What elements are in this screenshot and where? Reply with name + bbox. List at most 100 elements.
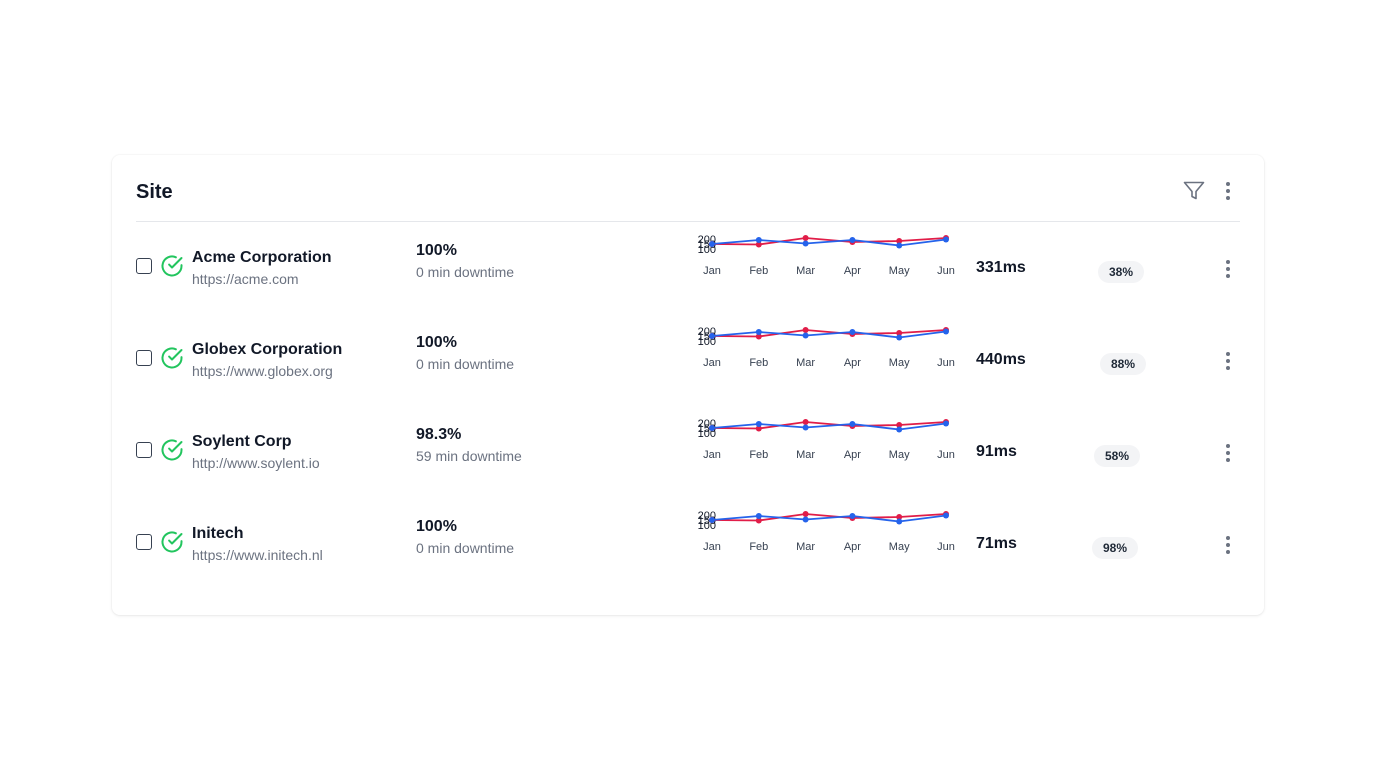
data-point xyxy=(709,517,715,523)
more-vertical-icon[interactable] xyxy=(1216,177,1240,205)
response-chart: 200150100Jan Feb Mar Apr May Jun xyxy=(698,326,955,369)
data-point xyxy=(709,425,715,431)
site-name: Globex Corporation xyxy=(192,341,343,358)
site-row-1[interactable]: Acme Corporation https://acme.com 100% 0… xyxy=(136,223,1240,315)
check-circle-icon xyxy=(161,439,183,461)
percent-badge: 98% xyxy=(1092,537,1139,559)
data-point xyxy=(709,241,715,247)
x-tick-label: Jan xyxy=(703,541,721,553)
x-tick-label: Apr xyxy=(844,265,861,277)
data-point xyxy=(802,419,809,425)
check-circle-icon xyxy=(161,531,183,553)
data-point xyxy=(802,240,809,247)
site-url: https://www.initech.nl xyxy=(192,547,323,563)
row-more-icon[interactable] xyxy=(1218,441,1238,465)
check-circle-icon xyxy=(161,347,183,369)
data-point xyxy=(755,421,762,427)
x-tick-label: Feb xyxy=(749,449,768,461)
response-time: 91ms xyxy=(976,443,1017,460)
filter-icon[interactable] xyxy=(1180,177,1208,205)
x-tick-label: Jan xyxy=(703,449,721,461)
x-tick-label: May xyxy=(889,449,910,461)
x-tick-label: Mar xyxy=(796,357,815,369)
percent-badge: 88% xyxy=(1100,353,1147,375)
downtime-text: 0 min downtime xyxy=(416,264,515,280)
x-tick-label: Jun xyxy=(937,265,955,277)
x-tick-label: Apr xyxy=(844,357,861,369)
site-name: Initech xyxy=(192,525,244,542)
downtime-text: 59 min downtime xyxy=(416,448,522,464)
data-point xyxy=(896,334,903,341)
x-tick-label: Jan xyxy=(703,357,721,369)
uptime-percent: 100% xyxy=(416,242,457,259)
row-checkbox[interactable] xyxy=(136,534,152,550)
response-time: 71ms xyxy=(976,535,1017,552)
x-tick-label: Jun xyxy=(937,541,955,553)
response-chart: 200150100Jan Feb Mar Apr May Jun xyxy=(698,510,955,553)
site-url: https://acme.com xyxy=(192,271,299,287)
site-url: https://www.globex.org xyxy=(192,363,333,379)
response-time: 440ms xyxy=(976,351,1026,368)
uptime-percent: 100% xyxy=(416,334,457,351)
row-checkbox[interactable] xyxy=(136,258,152,274)
data-point xyxy=(802,327,809,333)
data-point xyxy=(709,333,715,339)
data-point xyxy=(849,513,856,519)
data-point xyxy=(943,512,949,519)
header-actions xyxy=(1180,177,1240,205)
site-name: Acme Corporation xyxy=(192,249,332,266)
percent-badge: 38% xyxy=(1098,261,1145,283)
data-point xyxy=(896,426,903,433)
x-tick-label: Jun xyxy=(937,449,955,461)
x-tick-label: Apr xyxy=(844,541,861,553)
check-circle-icon xyxy=(161,255,183,277)
site-row-4[interactable]: Initech https://www.initech.nl 100% 0 mi… xyxy=(136,499,1240,591)
data-point xyxy=(896,518,903,525)
data-point xyxy=(896,242,903,249)
x-tick-label: Mar xyxy=(796,541,815,553)
response-chart: 200150100Jan Feb Mar Apr May Jun xyxy=(698,234,955,277)
x-tick-label: Jan xyxy=(703,265,721,277)
percent-badge: 58% xyxy=(1094,445,1141,467)
uptime-percent: 100% xyxy=(416,518,457,535)
data-point xyxy=(755,329,762,335)
x-tick-label: Apr xyxy=(844,449,861,461)
data-point xyxy=(849,237,856,243)
data-point xyxy=(802,511,809,517)
x-tick-label: May xyxy=(889,357,910,369)
data-point xyxy=(943,236,949,243)
response-time: 331ms xyxy=(976,259,1026,276)
data-point xyxy=(802,516,809,523)
data-point xyxy=(755,237,762,243)
row-checkbox[interactable] xyxy=(136,350,152,366)
row-more-icon[interactable] xyxy=(1218,533,1238,557)
downtime-text: 0 min downtime xyxy=(416,540,515,556)
data-point xyxy=(943,420,949,427)
sites-card: Site Acme Corporation https://acme.com 1… xyxy=(112,155,1264,615)
x-tick-label: May xyxy=(889,541,910,553)
site-row-3[interactable]: Soylent Corp http://www.soylent.io 98.3%… xyxy=(136,407,1240,499)
x-tick-label: Mar xyxy=(796,265,815,277)
row-checkbox[interactable] xyxy=(136,442,152,458)
card-header: Site xyxy=(136,155,1240,222)
data-point xyxy=(802,424,809,431)
x-tick-label: Jun xyxy=(937,357,955,369)
site-url: http://www.soylent.io xyxy=(192,455,320,471)
data-point xyxy=(755,513,762,519)
x-tick-label: Feb xyxy=(749,357,768,369)
row-more-icon[interactable] xyxy=(1218,257,1238,281)
row-more-icon[interactable] xyxy=(1218,349,1238,373)
data-point xyxy=(849,329,856,335)
card-title: Site xyxy=(136,181,173,203)
data-point xyxy=(802,235,809,241)
data-point xyxy=(943,328,949,335)
site-name: Soylent Corp xyxy=(192,433,292,450)
downtime-text: 0 min downtime xyxy=(416,356,515,372)
data-point xyxy=(802,332,809,339)
response-chart: 200150100Jan Feb Mar Apr May Jun xyxy=(698,418,955,461)
x-tick-label: Feb xyxy=(749,265,768,277)
x-tick-label: Feb xyxy=(749,541,768,553)
uptime-percent: 98.3% xyxy=(416,426,462,443)
site-row-2[interactable]: Globex Corporation https://www.globex.or… xyxy=(136,315,1240,407)
x-tick-label: Mar xyxy=(796,449,815,461)
